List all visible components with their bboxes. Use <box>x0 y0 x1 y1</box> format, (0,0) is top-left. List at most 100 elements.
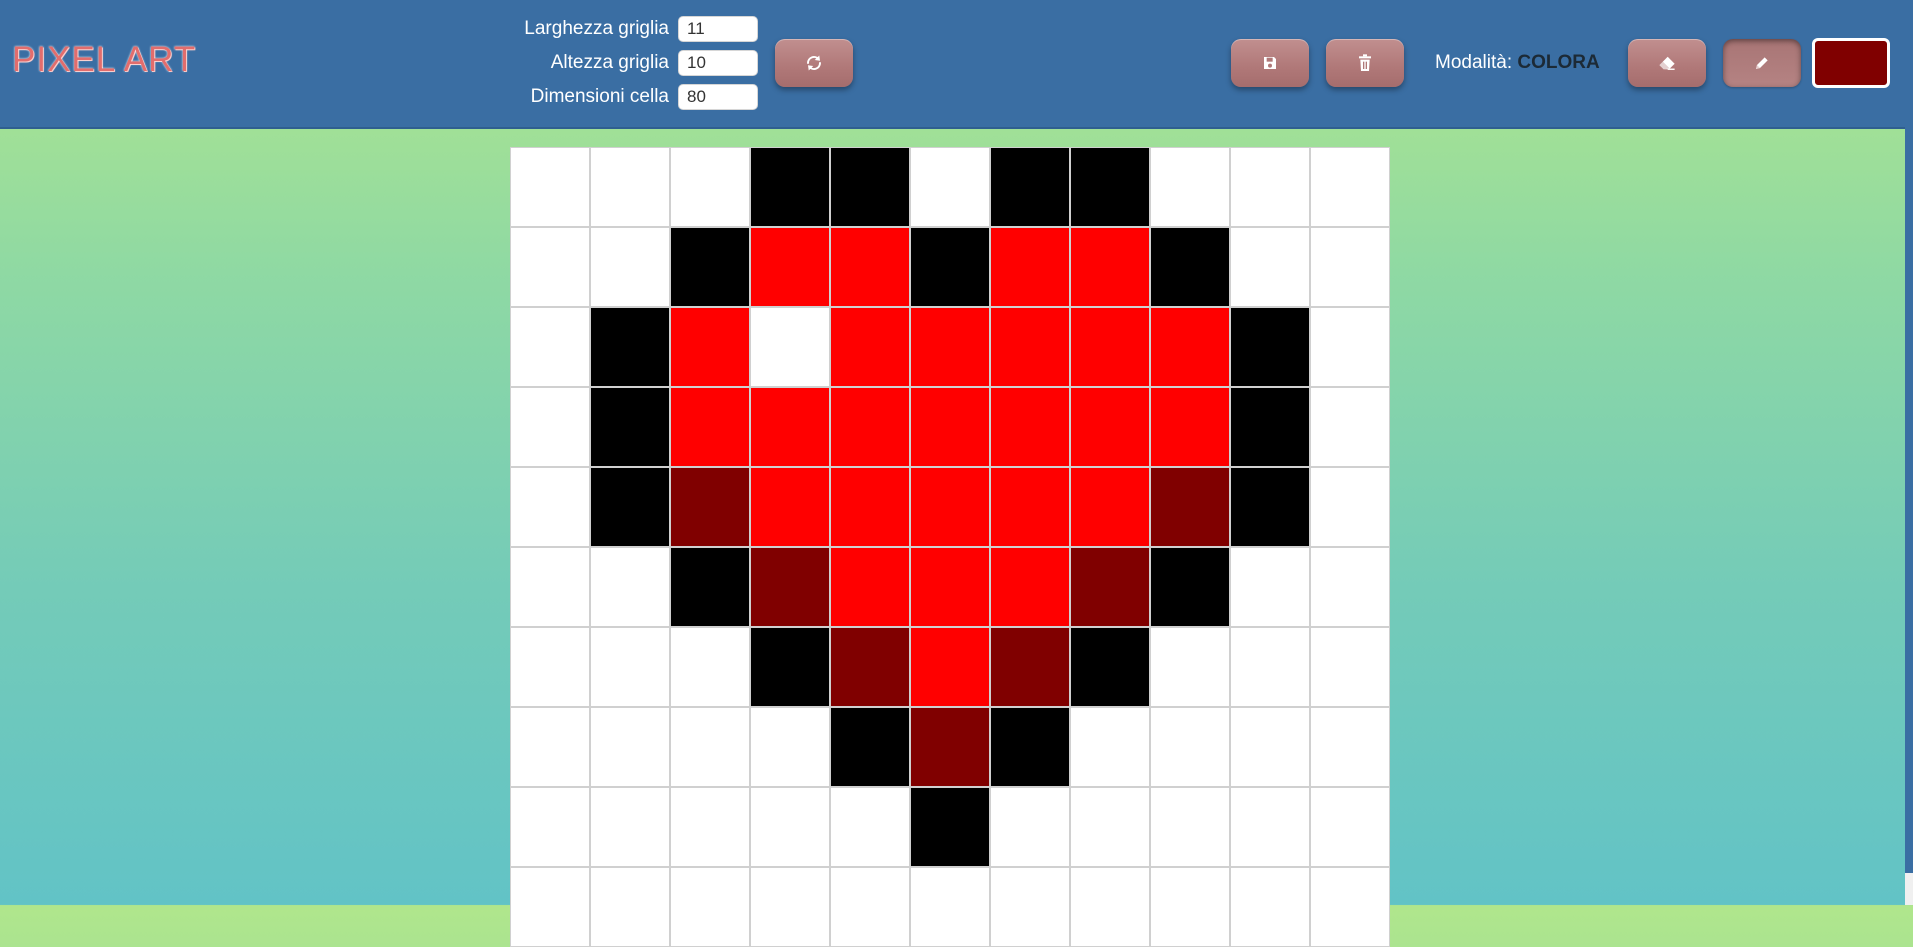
grid-cell[interactable] <box>670 147 750 227</box>
grid-cell[interactable] <box>750 787 830 867</box>
grid-cell[interactable] <box>1150 307 1230 387</box>
grid-cell[interactable] <box>910 387 990 467</box>
grid-cell[interactable] <box>830 387 910 467</box>
grid-cell[interactable] <box>1070 547 1150 627</box>
grid-cell[interactable] <box>590 627 670 707</box>
grid-cell[interactable] <box>1070 147 1150 227</box>
grid-cell[interactable] <box>990 627 1070 707</box>
grid-cell[interactable] <box>670 707 750 787</box>
grid-cell[interactable] <box>990 707 1070 787</box>
grid-cell[interactable] <box>510 627 590 707</box>
grid-cell[interactable] <box>510 467 590 547</box>
grid-cell[interactable] <box>1150 627 1230 707</box>
grid-cell[interactable] <box>1070 787 1150 867</box>
grid-cell[interactable] <box>1230 467 1310 547</box>
grid-cell[interactable] <box>670 787 750 867</box>
grid-cell[interactable] <box>1310 627 1390 707</box>
grid-cell[interactable] <box>1310 227 1390 307</box>
grid-cell[interactable] <box>1070 467 1150 547</box>
grid-cell[interactable] <box>670 387 750 467</box>
grid-cell[interactable] <box>1070 627 1150 707</box>
grid-cell[interactable] <box>590 307 670 387</box>
grid-cell[interactable] <box>1070 227 1150 307</box>
grid-cell[interactable] <box>750 467 830 547</box>
grid-cell[interactable] <box>670 867 750 947</box>
grid-cell[interactable] <box>1230 227 1310 307</box>
grid-cell[interactable] <box>510 227 590 307</box>
grid-width-input[interactable] <box>678 16 758 42</box>
grid-cell[interactable] <box>1310 787 1390 867</box>
grid-cell[interactable] <box>990 867 1070 947</box>
grid-cell[interactable] <box>1230 707 1310 787</box>
grid-cell[interactable] <box>990 387 1070 467</box>
grid-cell[interactable] <box>1150 867 1230 947</box>
grid-cell[interactable] <box>1150 467 1230 547</box>
grid-cell[interactable] <box>1230 147 1310 227</box>
grid-cell[interactable] <box>1230 307 1310 387</box>
grid-cell[interactable] <box>510 147 590 227</box>
grid-cell[interactable] <box>990 227 1070 307</box>
grid-cell[interactable] <box>510 307 590 387</box>
grid-cell[interactable] <box>830 227 910 307</box>
grid-cell[interactable] <box>590 467 670 547</box>
refresh-grid-button[interactable] <box>775 39 853 87</box>
grid-cell[interactable] <box>1070 707 1150 787</box>
grid-cell[interactable] <box>1070 307 1150 387</box>
grid-cell[interactable] <box>510 547 590 627</box>
color-picker[interactable] <box>1812 38 1890 88</box>
grid-cell[interactable] <box>990 147 1070 227</box>
grid-cell[interactable] <box>830 307 910 387</box>
delete-button[interactable] <box>1326 39 1404 87</box>
grid-cell[interactable] <box>670 547 750 627</box>
grid-cell[interactable] <box>1310 707 1390 787</box>
grid-cell[interactable] <box>1070 387 1150 467</box>
grid-cell[interactable] <box>670 307 750 387</box>
grid-cell[interactable] <box>1230 387 1310 467</box>
grid-cell[interactable] <box>1310 867 1390 947</box>
grid-cell[interactable] <box>910 547 990 627</box>
grid-cell[interactable] <box>590 707 670 787</box>
grid-cell[interactable] <box>670 227 750 307</box>
grid-cell[interactable] <box>990 307 1070 387</box>
cell-size-input[interactable] <box>678 84 758 110</box>
grid-cell[interactable] <box>830 147 910 227</box>
grid-cell[interactable] <box>750 547 830 627</box>
grid-cell[interactable] <box>510 787 590 867</box>
grid-cell[interactable] <box>830 867 910 947</box>
grid-cell[interactable] <box>1150 787 1230 867</box>
grid-cell[interactable] <box>910 707 990 787</box>
grid-cell[interactable] <box>830 547 910 627</box>
grid-cell[interactable] <box>830 707 910 787</box>
grid-cell[interactable] <box>910 147 990 227</box>
grid-cell[interactable] <box>670 467 750 547</box>
grid-cell[interactable] <box>990 547 1070 627</box>
scrollbar-thumb[interactable] <box>1905 0 1913 873</box>
grid-cell[interactable] <box>510 867 590 947</box>
save-button[interactable] <box>1231 39 1309 87</box>
grid-cell[interactable] <box>590 787 670 867</box>
grid-cell[interactable] <box>1150 227 1230 307</box>
scrollbar[interactable] <box>1905 0 1913 905</box>
grid-cell[interactable] <box>1150 547 1230 627</box>
grid-cell[interactable] <box>1150 707 1230 787</box>
grid-cell[interactable] <box>1230 627 1310 707</box>
grid-cell[interactable] <box>910 627 990 707</box>
grid-cell[interactable] <box>830 787 910 867</box>
grid-cell[interactable] <box>830 467 910 547</box>
grid-cell[interactable] <box>1310 147 1390 227</box>
grid-cell[interactable] <box>750 387 830 467</box>
grid-cell[interactable] <box>750 147 830 227</box>
grid-cell[interactable] <box>910 227 990 307</box>
grid-cell[interactable] <box>750 707 830 787</box>
grid-cell[interactable] <box>590 867 670 947</box>
eraser-button[interactable] <box>1628 39 1706 87</box>
grid-cell[interactable] <box>1230 867 1310 947</box>
grid-cell[interactable] <box>750 867 830 947</box>
grid-cell[interactable] <box>1310 387 1390 467</box>
grid-cell[interactable] <box>1230 787 1310 867</box>
grid-cell[interactable] <box>590 227 670 307</box>
grid-cell[interactable] <box>510 707 590 787</box>
grid-cell[interactable] <box>830 627 910 707</box>
grid-height-input[interactable] <box>678 50 758 76</box>
grid-cell[interactable] <box>1150 147 1230 227</box>
